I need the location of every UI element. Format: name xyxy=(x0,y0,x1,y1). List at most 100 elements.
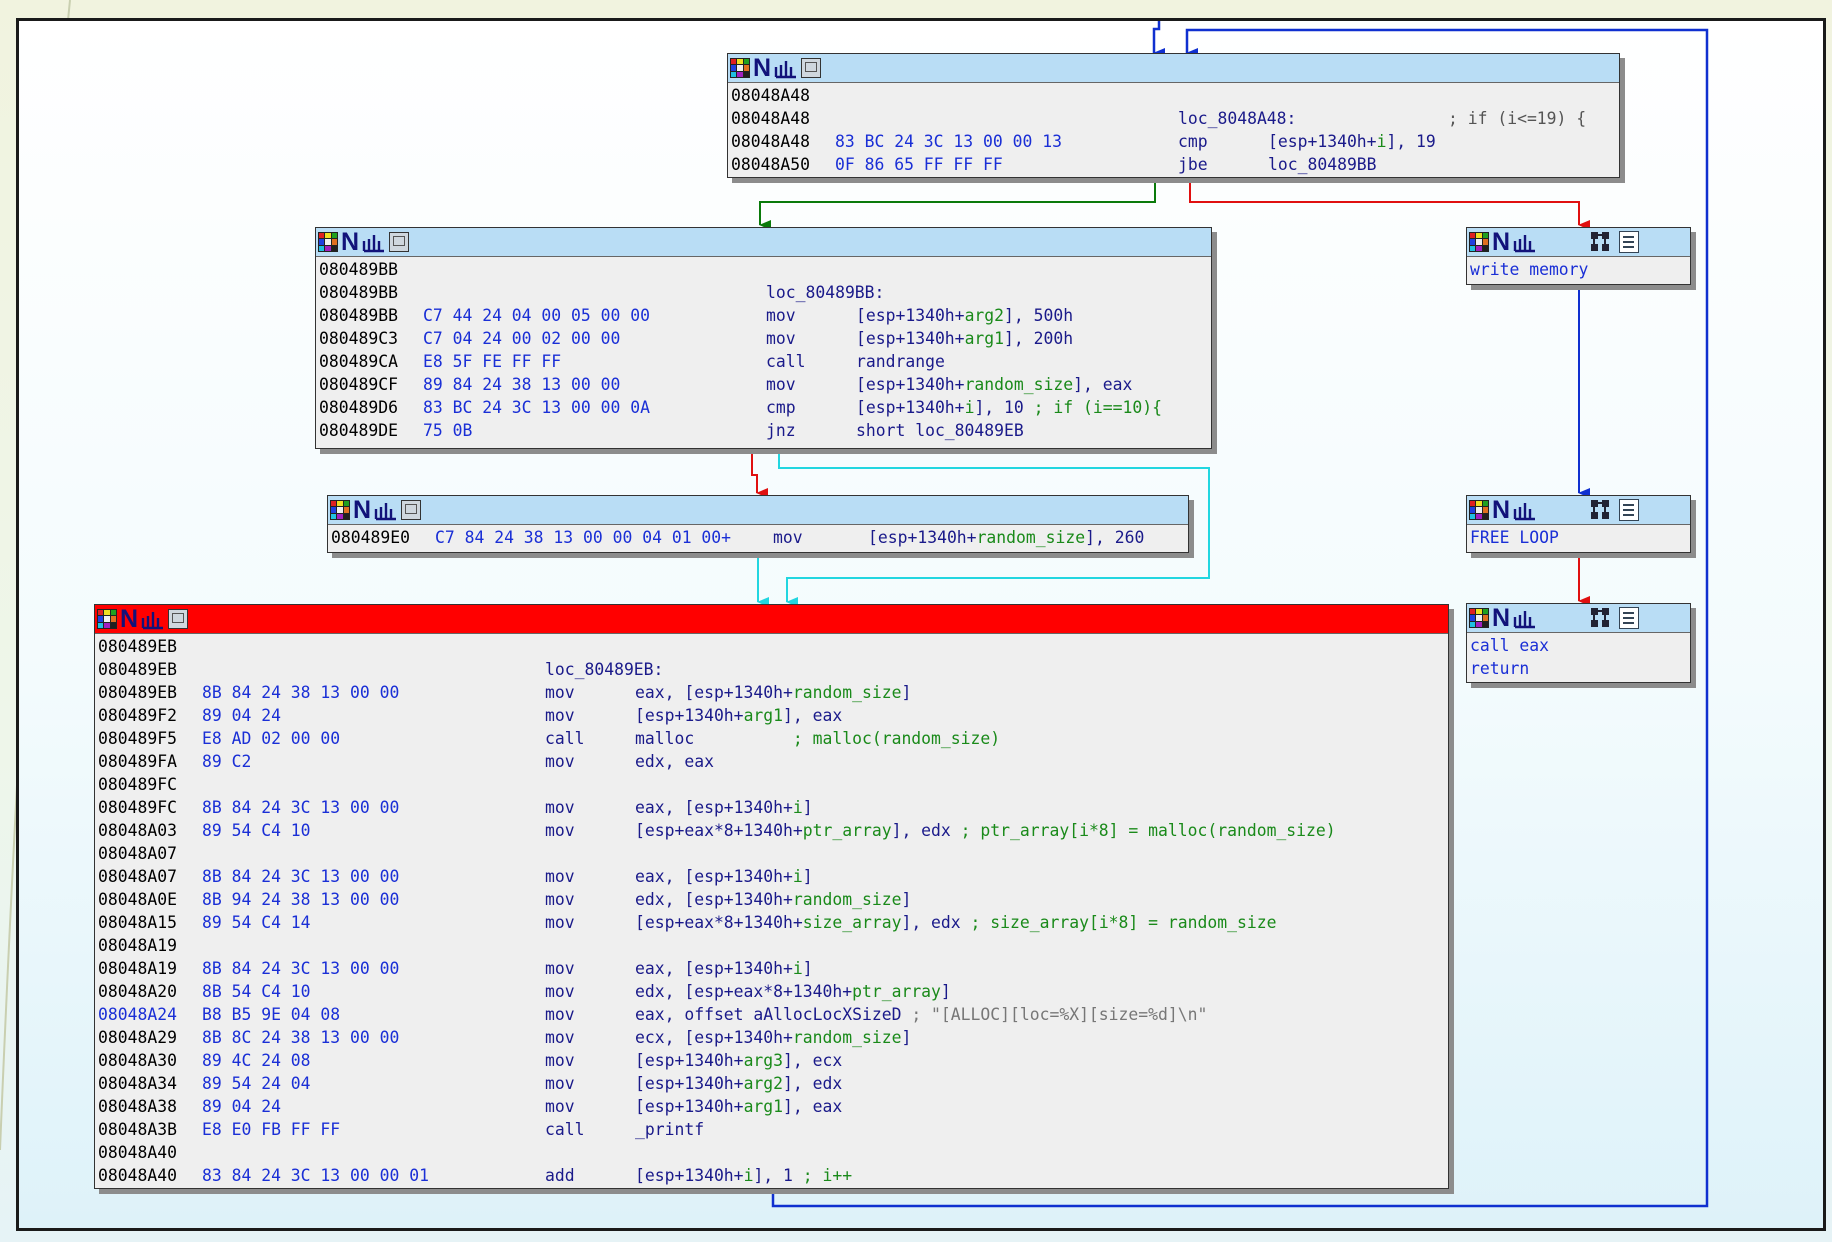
stack-variable[interactable]: random_size xyxy=(793,683,902,702)
stack-variable[interactable]: random_size xyxy=(965,375,1074,394)
code-line[interactable]: 080489EB 8B 84 24 38 13 00 00 mov eax, [esp… xyxy=(98,681,1448,704)
code-line[interactable]: 080489BB C7 44 24 04 00 05 00 00 mov [esp+1… xyxy=(319,304,1211,327)
stack-variable[interactable]: arg1 xyxy=(744,1097,783,1116)
ida-graph-view[interactable]: N 08048A48 08048A48 loc_8048A48: ; if (i<=1… xyxy=(16,18,1826,1231)
node-titlebar[interactable]: N xyxy=(1467,604,1690,633)
node-loc-8048A48[interactable]: N 08048A48 08048A48 loc_8048A48: ; if (i<=1… xyxy=(727,53,1620,178)
collapse-node-icon[interactable] xyxy=(801,58,822,78)
stack-variable[interactable]: arg3 xyxy=(744,1051,783,1070)
stack-variable[interactable]: random_size xyxy=(793,890,902,909)
code-line[interactable]: 08048A0E 8B 94 24 38 13 00 00 mov edx, [esp… xyxy=(98,888,1448,911)
code-line[interactable]: 08048A50 0F 86 65 FF FF FF jbe loc_80489BB xyxy=(731,153,1619,176)
comment-icon[interactable] xyxy=(1619,231,1639,253)
code-line[interactable]: 080489FA 89 C2 mov edx, eax xyxy=(98,750,1448,773)
xref-graph-icon[interactable] xyxy=(141,608,165,630)
node-loc-80489EB[interactable]: N 080489EB 080489EB loc_80489EB: 080489EB 8B… xyxy=(94,604,1449,1189)
code-line[interactable]: 08048A03 89 54 C4 10 mov [esp+eax*8+1340h+p… xyxy=(98,819,1448,842)
code-line[interactable]: 080489C3 C7 04 24 00 02 00 00 mov [esp+1340… xyxy=(319,327,1211,350)
graph-overview-icon[interactable] xyxy=(1469,500,1489,520)
node-titlebar[interactable]: N xyxy=(328,496,1188,525)
group-nodes-icon[interactable] xyxy=(1589,498,1613,522)
code-line[interactable]: 080489E0 C7 84 24 38 13 00 00 04 01 00+ mo… xyxy=(331,526,1188,549)
code-line[interactable]: 080489D6 83 BC 24 3C 13 00 00 0A cmp [esp+1… xyxy=(319,396,1211,419)
node-loc-80489BB[interactable]: N 080489BB 080489BB loc_80489BB: 080489BB C7… xyxy=(315,227,1212,449)
code-line[interactable]: 08048A19 xyxy=(98,934,1448,957)
graph-overview-icon[interactable] xyxy=(318,232,338,252)
code-line[interactable]: 080489FC xyxy=(98,773,1448,796)
name-icon[interactable]: N xyxy=(341,230,359,255)
code-line[interactable]: 08048A34 89 54 24 04 mov [esp+1340h+arg2], … xyxy=(98,1072,1448,1095)
graph-overview-icon[interactable] xyxy=(730,58,750,78)
code-line[interactable]: 080489F5 E8 AD 02 00 00 call malloc ; mallo… xyxy=(98,727,1448,750)
graph-overview-icon[interactable] xyxy=(97,609,117,629)
graph-overview-icon[interactable] xyxy=(1469,608,1489,628)
node-titlebar[interactable]: N xyxy=(1467,228,1690,257)
code-line[interactable]: call eax xyxy=(1470,634,1690,657)
code-line[interactable]: 080489FC 8B 84 24 3C 13 00 00 mov eax, [esp… xyxy=(98,796,1448,819)
code-line[interactable]: 08048A19 8B 84 24 3C 13 00 00 mov eax, [esp… xyxy=(98,957,1448,980)
name-icon[interactable]: N xyxy=(353,498,371,523)
stack-variable[interactable]: i xyxy=(793,959,803,978)
xref-graph-icon[interactable] xyxy=(1513,231,1537,253)
xref-graph-icon[interactable] xyxy=(774,57,798,79)
code-line[interactable]: write memory xyxy=(1470,258,1690,281)
code-line[interactable]: 080489CA E8 5F FE FF FF call randrange xyxy=(319,350,1211,373)
code-line[interactable]: 08048A24 B8 B5 9E 04 08 mov eax, offset aAl… xyxy=(98,1003,1448,1026)
name-icon[interactable]: N xyxy=(1492,606,1510,631)
code-line[interactable]: 080489BB loc_80489BB: xyxy=(319,281,1211,304)
stack-variable[interactable]: ptr_array xyxy=(852,982,941,1001)
xref-graph-icon[interactable] xyxy=(362,231,386,253)
name-icon[interactable]: N xyxy=(120,607,138,632)
xref-graph-icon[interactable] xyxy=(1513,607,1537,629)
code-line[interactable]: return xyxy=(1470,657,1690,680)
stack-variable[interactable]: i xyxy=(793,867,803,886)
node-call-eax[interactable]: N call eax return xyxy=(1466,603,1691,683)
node-titlebar[interactable]: N xyxy=(316,228,1211,257)
graph-overview-icon[interactable] xyxy=(1469,232,1489,252)
code-line[interactable]: 08048A40 83 84 24 3C 13 00 00 01 add [esp+1… xyxy=(98,1164,1448,1187)
stack-variable[interactable]: arg1 xyxy=(744,706,783,725)
stack-variable[interactable]: arg2 xyxy=(965,306,1004,325)
name-icon[interactable]: N xyxy=(1492,230,1510,255)
code-line[interactable]: 080489BB xyxy=(319,258,1211,281)
stack-variable[interactable]: arg1 xyxy=(965,329,1004,348)
node-titlebar[interactable]: N xyxy=(95,605,1448,634)
collapse-node-icon[interactable] xyxy=(401,500,422,520)
stack-variable[interactable]: i xyxy=(965,398,975,417)
stack-variable[interactable]: random_size xyxy=(977,528,1086,547)
code-line[interactable]: 08048A48 83 BC 24 3C 13 00 00 13 cmp [esp+1… xyxy=(731,130,1619,153)
code-line[interactable]: 08048A07 xyxy=(98,842,1448,865)
node-titlebar[interactable]: N xyxy=(728,54,1619,83)
code-line[interactable]: FREE LOOP xyxy=(1470,526,1690,549)
code-line[interactable]: 08048A38 89 04 24 mov [esp+1340h+arg1], eax xyxy=(98,1095,1448,1118)
xref-graph-icon[interactable] xyxy=(374,499,398,521)
collapse-node-icon[interactable] xyxy=(168,609,189,629)
node-080489E0[interactable]: N 080489E0 C7 84 24 38 13 00 00 04 01 00+… xyxy=(327,495,1189,553)
stack-variable[interactable]: ptr_array xyxy=(803,821,892,840)
xref-graph-icon[interactable] xyxy=(1513,499,1537,521)
code-line[interactable]: 08048A40 xyxy=(98,1141,1448,1164)
comment-icon[interactable] xyxy=(1619,499,1639,521)
group-nodes-icon[interactable] xyxy=(1589,606,1613,630)
code-line[interactable]: 080489EB loc_80489EB: xyxy=(98,658,1448,681)
comment-icon[interactable] xyxy=(1619,607,1639,629)
code-line[interactable]: 080489CF 89 84 24 38 13 00 00 mov [esp+1340… xyxy=(319,373,1211,396)
stack-variable[interactable]: arg2 xyxy=(744,1074,783,1093)
code-line[interactable]: 08048A15 89 54 C4 14 mov [esp+eax*8+1340h+s… xyxy=(98,911,1448,934)
code-line[interactable]: 080489EB xyxy=(98,635,1448,658)
collapse-node-icon[interactable] xyxy=(389,232,410,252)
code-line[interactable]: 08048A30 89 4C 24 08 mov [esp+1340h+arg3], … xyxy=(98,1049,1448,1072)
node-titlebar[interactable]: N xyxy=(1467,496,1690,525)
node-write-memory[interactable]: N write memory xyxy=(1466,227,1691,285)
code-line[interactable]: 08048A48 loc_8048A48: ; if (i<=19) { xyxy=(731,107,1619,130)
code-line[interactable]: 08048A20 8B 54 C4 10 mov edx, [esp+eax*8+13… xyxy=(98,980,1448,1003)
code-line[interactable]: 080489F2 89 04 24 mov [esp+1340h+arg1], eax xyxy=(98,704,1448,727)
name-icon[interactable]: N xyxy=(753,56,771,81)
code-line[interactable]: 08048A48 xyxy=(731,84,1619,107)
code-line[interactable]: 08048A29 8B 8C 24 38 13 00 00 mov ecx, [esp… xyxy=(98,1026,1448,1049)
stack-variable[interactable]: i xyxy=(1377,132,1387,151)
group-nodes-icon[interactable] xyxy=(1589,230,1613,254)
code-line[interactable]: 08048A07 8B 84 24 3C 13 00 00 mov eax, [esp… xyxy=(98,865,1448,888)
graph-overview-icon[interactable] xyxy=(330,500,350,520)
node-free-loop[interactable]: N FREE LOOP xyxy=(1466,495,1691,553)
